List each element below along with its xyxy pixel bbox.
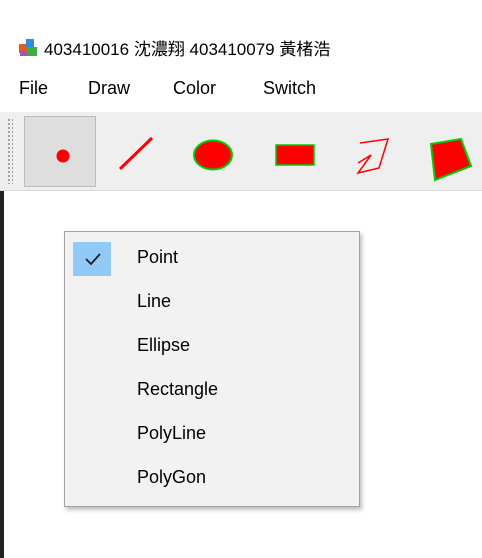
ctx-item-label: PolyLine [137,423,207,443]
title-bar: 403410016 沈濃翔 403410079 黃楮浩 [0,0,482,66]
ctx-item-polygon[interactable]: PolyGon [67,458,357,498]
draw-context-menu: Point Line Ellipse Rectangle PolyLine Po… [64,231,360,507]
tool-polyline-button[interactable] [338,116,410,187]
menu-draw[interactable]: Draw [88,78,130,99]
toolbar-grip[interactable] [7,118,13,184]
ctx-item-label: Point [137,247,179,267]
ctx-item-rectangle[interactable]: Rectangle [67,370,357,410]
polyline-icon [356,138,390,175]
tool-point-button[interactable] [24,116,96,187]
ctx-item-line[interactable]: Line [67,282,357,322]
menu-switch[interactable]: Switch [263,78,316,99]
ctx-item-label: PolyGon [137,467,207,487]
tool-polygon-button[interactable] [415,116,482,187]
ellipse-icon [193,139,233,171]
ctx-item-label: Rectangle [137,379,219,399]
app-icon [17,36,39,58]
menu-file[interactable]: File [19,78,48,99]
window-title: 403410016 沈濃翔 403410079 黃楮浩 [44,40,331,59]
tool-rectangle-button[interactable] [258,116,330,187]
ctx-item-polyline[interactable]: PolyLine [67,414,357,454]
tool-ellipse-button[interactable] [178,116,250,187]
checkmark-icon [73,242,111,276]
toolbar [0,112,482,191]
rectangle-icon [275,144,315,166]
ctx-item-ellipse[interactable]: Ellipse [67,326,357,366]
canvas-border [0,191,4,558]
ctx-item-point[interactable]: Point [67,238,357,278]
point-icon [56,149,70,163]
menu-color[interactable]: Color [173,78,216,99]
line-icon [118,136,154,171]
polygon-icon [429,137,473,182]
ctx-item-label: Ellipse [137,335,191,355]
ctx-item-label: Line [137,291,172,311]
app-window: 403410016 沈濃翔 403410079 黃楮浩 File Draw Co… [0,0,482,558]
tool-line-button[interactable] [98,116,170,187]
menu-bar: File Draw Color Switch [0,70,482,110]
